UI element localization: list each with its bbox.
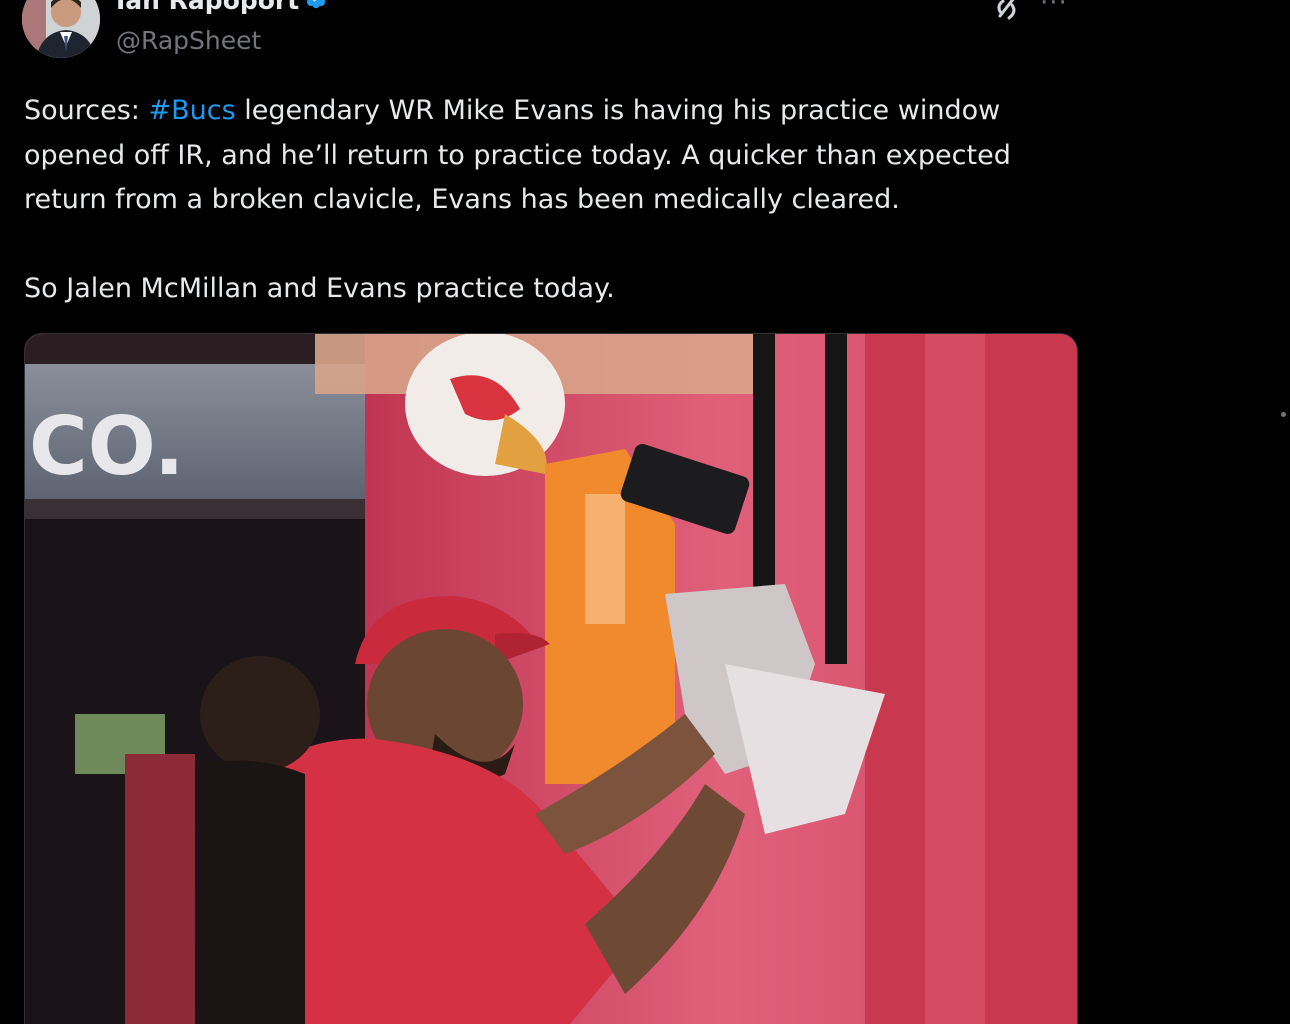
avatar-image (22, 0, 100, 58)
hashtag-link[interactable]: #Bucs (148, 95, 235, 126)
tweet-text-lead: Sources: (24, 95, 149, 126)
tweet-paragraph-1: Sources: #Bucs legendary WR Mike Evans i… (24, 89, 1084, 223)
tweet: Ian Rapoport @RapSheet ··· Sources: #Buc… (0, 0, 1290, 1024)
grok-icon[interactable] (992, 0, 1024, 22)
verified-badge-icon (303, 0, 329, 16)
tweet-text: Sources: #Bucs legendary WR Mike Evans i… (24, 89, 1084, 312)
tweet-paragraph-2: So Jalen McMillan and Evans practice tod… (24, 273, 615, 304)
more-options-icon[interactable]: ··· (1040, 0, 1068, 18)
tweet-media-photo[interactable]: CO. (24, 333, 1078, 1024)
author-handle[interactable]: @RapSheet (116, 26, 261, 55)
scrollbar-indicator[interactable] (1281, 412, 1286, 417)
author-avatar[interactable] (22, 0, 100, 58)
author-name[interactable]: Ian Rapoport (116, 0, 329, 16)
photo-image: CO. (25, 334, 1077, 1024)
author-name-text: Ian Rapoport (116, 0, 300, 15)
stadium-sign-text: CO. (29, 400, 184, 493)
